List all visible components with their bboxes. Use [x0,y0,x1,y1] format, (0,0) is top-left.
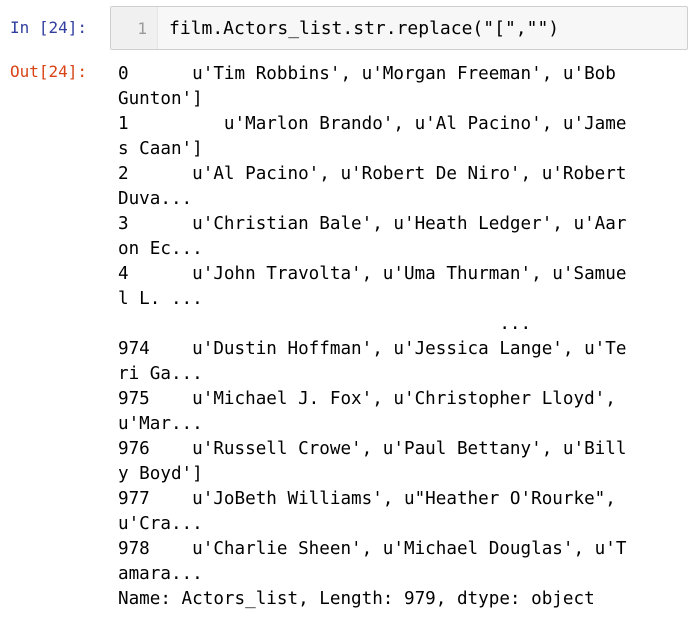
output-line: 975 u'Michael J. Fox', u'Christopher Llo… [118,389,616,409]
output-line: 978 u'Charlie Sheen', u'Michael Douglas'… [118,539,627,559]
line-number-gutter: 1 [111,7,158,49]
output-line: on Ec... [118,239,203,259]
output-line: 977 u'JoBeth Williams', u"Heather O'Rour… [118,489,616,509]
output-line: 976 u'Russell Crowe', u'Paul Bettany', u… [118,439,627,459]
output-line: Duva... [118,189,193,209]
output-line: u'Cra... [118,514,203,534]
input-prompt: In [24]: [10,18,88,37]
output-line: Gunton'] [118,89,203,109]
output-line: 4 u'John Travolta', u'Uma Thurman', u'Sa… [118,264,627,284]
code-editor[interactable]: 1 film.Actors_list.str.replace("[","") [110,6,688,50]
code-line[interactable]: film.Actors_list.str.replace("[","") [169,19,559,39]
output-line: 1 u'Marlon Brando', u'Al Pacino', u'Jame [118,114,627,134]
output-line: 0 u'Tim Robbins', u'Morgan Freeman', u'B… [118,64,616,84]
output-line: u'Mar... [118,414,203,434]
output-line: amara... [118,564,203,584]
output-line: 2 u'Al Pacino', u'Robert De Niro', u'Rob… [118,164,627,184]
output-text: 0 u'Tim Robbins', u'Morgan Freeman', u'B… [118,62,688,612]
output-prompt: Out[24]: [10,62,88,81]
output-line: ri Ga... [118,364,203,384]
line-number: 1 [137,19,147,38]
output-line: 3 u'Christian Bale', u'Heath Ledger', u'… [118,214,627,234]
output-line: 974 u'Dustin Hoffman', u'Jessica Lange',… [118,339,627,359]
output-line: y Boyd'] [118,464,203,484]
output-line: s Caan'] [118,139,203,159]
output-ellipsis: ... [118,314,532,334]
input-cell[interactable]: In [24]: 1 film.Actors_list.str.replace(… [0,6,693,50]
series-summary: Name: Actors_list, Length: 979, dtype: o… [118,589,595,609]
output-line: l L. ... [118,289,203,309]
